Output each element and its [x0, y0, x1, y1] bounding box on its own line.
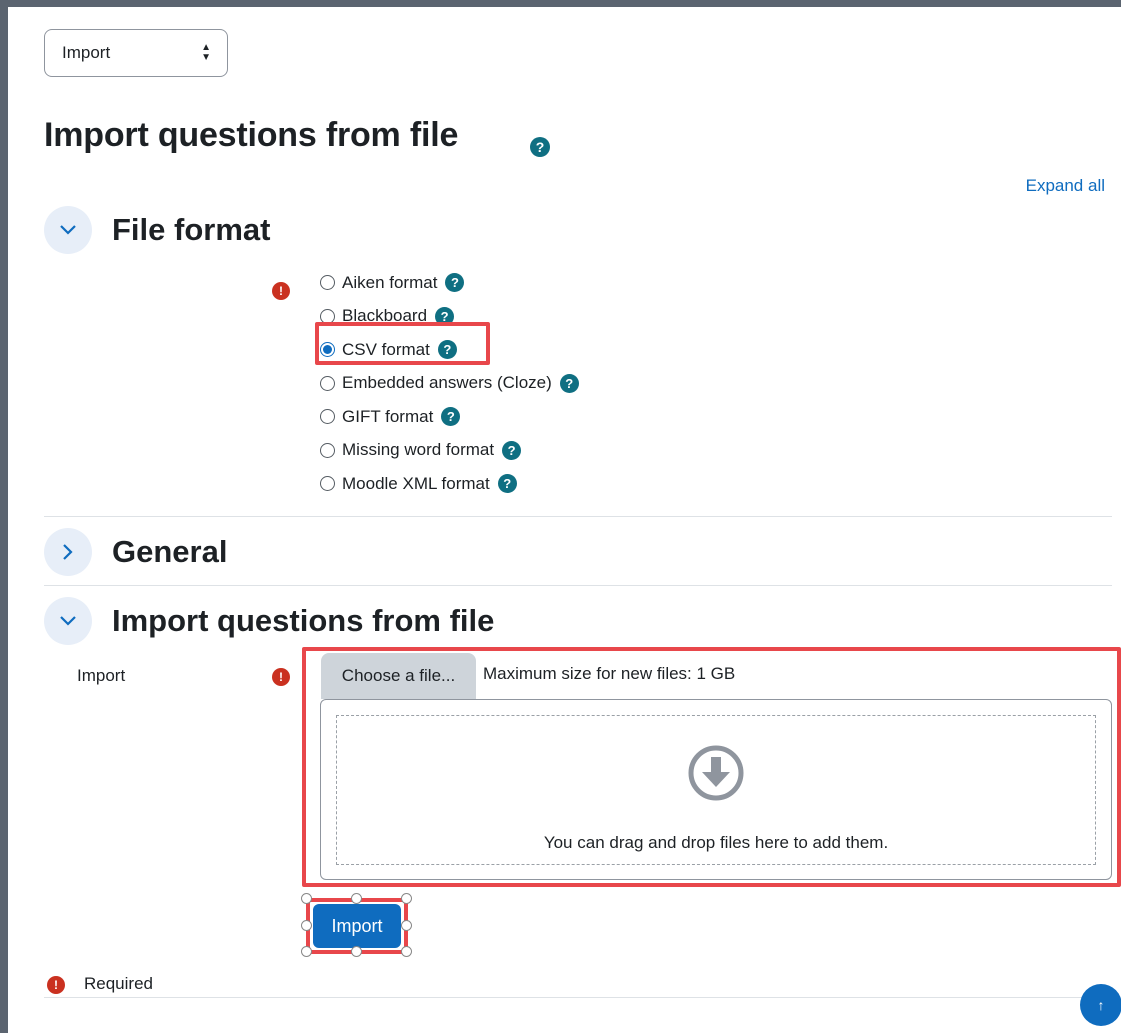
format-label: Embedded answers (Cloze)	[342, 373, 552, 393]
radio-button[interactable]	[320, 476, 335, 492]
window-left-border	[0, 0, 8, 1033]
help-icon[interactable]: ?	[559, 373, 579, 393]
select-arrows-icon: ▲ ▼	[201, 42, 211, 63]
section-general-header[interactable]: General	[44, 528, 227, 576]
section-divider	[44, 516, 1112, 517]
format-label: Moodle XML format	[342, 473, 490, 493]
arrow-up-icon: ↑	[1097, 997, 1105, 1013]
format-option-aiken[interactable]: Aiken format ?	[320, 266, 579, 300]
radio-button[interactable]	[320, 375, 335, 391]
section-import-file-header[interactable]: Import questions from file	[44, 597, 494, 645]
format-option-gift[interactable]: GIFT format ?	[320, 400, 579, 434]
section-title: File format	[112, 212, 271, 247]
format-label: Aiken format	[342, 272, 438, 292]
format-label: Missing word format	[342, 440, 495, 460]
page-title: Import questions from file	[44, 116, 459, 154]
chevron-down-icon[interactable]	[44, 597, 92, 645]
help-icon[interactable]: ?	[445, 273, 465, 293]
import-submit-button[interactable]: Import	[313, 904, 401, 948]
radio-button[interactable]	[320, 442, 335, 458]
help-icon[interactable]: ?	[497, 474, 517, 494]
selection-handle	[301, 893, 312, 904]
back-to-top-button[interactable]: ↑	[1080, 984, 1121, 1026]
format-label: GIFT format	[342, 406, 434, 426]
selection-handle	[401, 920, 412, 931]
selection-handle	[301, 920, 312, 931]
selection-handle	[401, 946, 412, 957]
annotation-highlight-csv	[315, 322, 490, 365]
format-option-cloze[interactable]: Embedded answers (Cloze) ?	[320, 367, 579, 401]
help-icon[interactable]: ?	[441, 407, 461, 427]
required-icon: !	[272, 282, 290, 300]
action-select[interactable]: Import ▲ ▼	[44, 29, 228, 77]
import-field-label: Import	[77, 666, 126, 685]
section-title: Import questions from file	[112, 603, 495, 638]
help-icon[interactable]: ?	[502, 440, 522, 460]
selection-handle	[401, 893, 412, 904]
required-icon: !	[47, 976, 65, 994]
format-option-moodle-xml[interactable]: Moodle XML format ?	[320, 467, 579, 501]
radio-button[interactable]	[320, 275, 335, 291]
chevron-down-icon[interactable]	[44, 206, 92, 254]
section-divider	[44, 585, 1112, 586]
chevron-right-icon[interactable]	[44, 528, 92, 576]
footer-divider	[44, 997, 1112, 998]
window-top-border	[0, 0, 1121, 7]
selection-handle	[351, 946, 362, 957]
required-note: Required	[84, 974, 153, 993]
page-help-icon[interactable]: ?	[530, 137, 550, 157]
section-file-format-header[interactable]: File format	[44, 206, 270, 254]
format-option-missing-word[interactable]: Missing word format ?	[320, 434, 579, 468]
format-radio-group: Aiken format ? Blackboard ? CSV format ?…	[320, 266, 579, 501]
radio-button[interactable]	[320, 409, 335, 425]
selection-handle	[301, 946, 312, 957]
section-title: General	[112, 534, 228, 569]
annotation-highlight-dropzone	[302, 647, 1121, 887]
action-select-value: Import	[62, 43, 111, 62]
required-icon: !	[272, 668, 290, 686]
expand-all-link[interactable]: Expand all	[1026, 176, 1105, 196]
selection-handle	[351, 893, 362, 904]
